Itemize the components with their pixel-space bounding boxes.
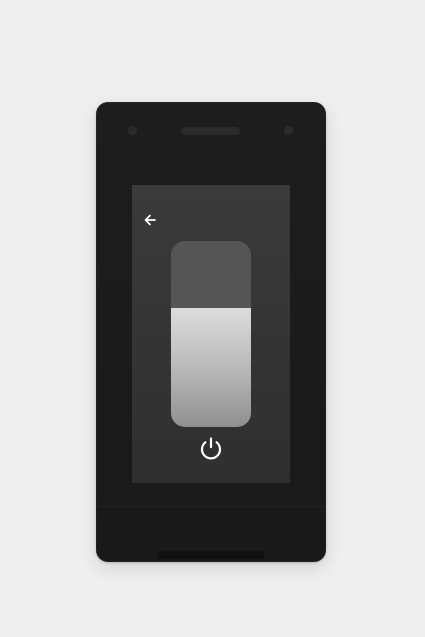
bottom-bezel-line xyxy=(96,506,326,507)
back-button[interactable] xyxy=(139,209,161,231)
screen xyxy=(132,185,290,483)
proximity-sensor xyxy=(284,126,293,135)
brightness-slider[interactable] xyxy=(171,241,251,427)
front-camera xyxy=(128,126,137,135)
bottom-port xyxy=(158,551,264,559)
power-button[interactable] xyxy=(197,434,225,462)
power-icon xyxy=(200,437,222,460)
back-arrow-icon xyxy=(144,214,156,226)
brightness-slider-fill xyxy=(171,307,251,427)
phone-device xyxy=(96,102,326,562)
earpiece-speaker xyxy=(181,127,240,135)
